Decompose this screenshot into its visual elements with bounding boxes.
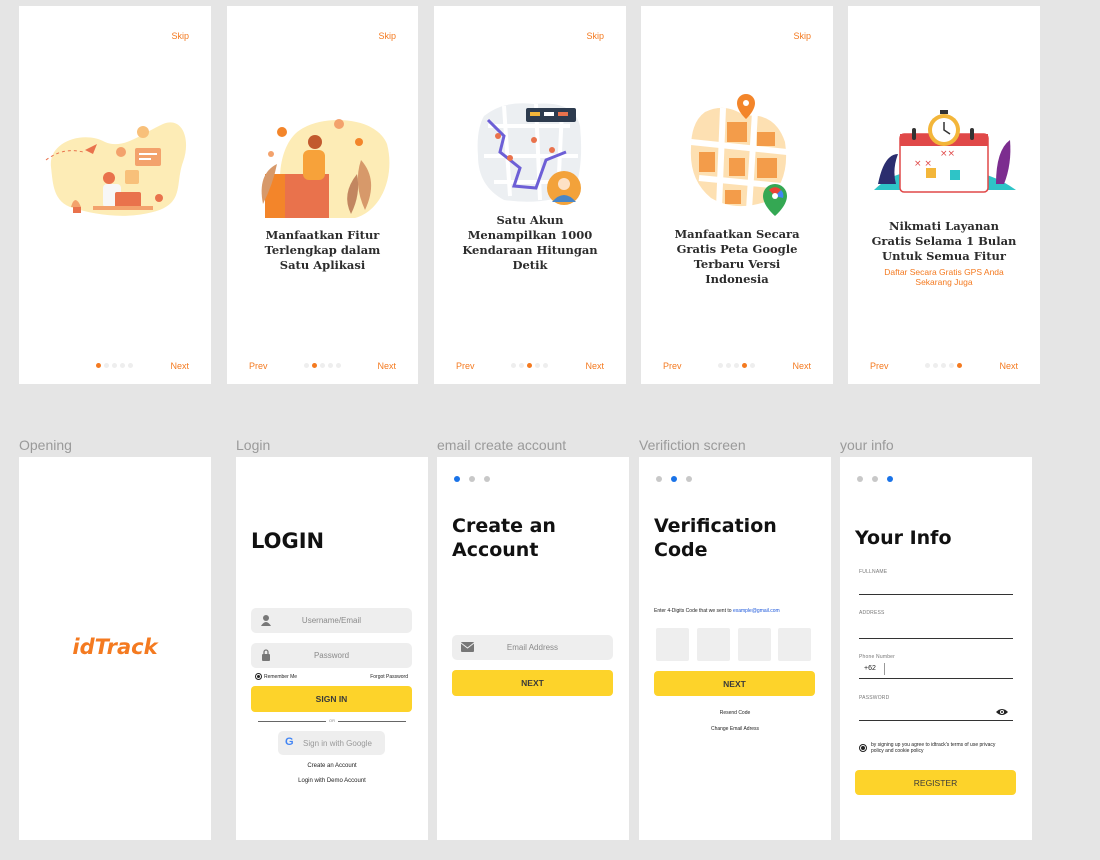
page-indicator <box>511 363 548 368</box>
onboard-screen-2: Skip Manfaatkan Fitur Terlengkap dalam Sat… <box>227 6 418 384</box>
register-button[interactable]: REGISTER <box>855 770 1016 795</box>
prev-button[interactable]: Prev <box>870 361 889 371</box>
verification-screen: Verification Code Enter 4-Digits Code tha… <box>639 457 831 840</box>
email-input[interactable]: Email Address <box>452 635 613 660</box>
page-indicator <box>96 363 133 368</box>
onboard-title: Manfaatkan Fitur Terlengkap dalam Satu Apl… <box>264 228 381 272</box>
fullname-input[interactable] <box>859 587 1013 595</box>
code-digit-2[interactable] <box>697 628 730 661</box>
your-info-screen: Your Info FULLNAME ADDRESS Phone Number … <box>840 457 1032 840</box>
fullname-label: FULLNAME <box>859 569 888 575</box>
page-title: Verification Code <box>654 515 777 561</box>
step-indicator <box>454 476 490 482</box>
eye-icon[interactable] <box>996 708 1008 716</box>
features-illustration <box>261 119 390 218</box>
page-title: Your Info <box>855 527 952 549</box>
page-indicator <box>925 363 962 368</box>
google-icon: G <box>285 736 294 748</box>
code-digit-3[interactable] <box>738 628 771 661</box>
work-from-home-illustration <box>45 122 187 216</box>
remember-me-radio[interactable] <box>255 673 262 680</box>
code-digit-4[interactable] <box>778 628 811 661</box>
google-sign-in-label: Sign in with Google <box>303 738 372 748</box>
email-address: example@gmail.com <box>732 608 780 614</box>
next-button[interactable]: Next <box>999 361 1018 371</box>
forgot-password-link[interactable]: Forgot Password <box>370 674 408 680</box>
page-indicator <box>304 363 341 368</box>
page-title: LOGIN <box>251 529 325 553</box>
frame-label-opening: Opening <box>19 437 72 453</box>
prev-button[interactable]: Prev <box>249 361 268 371</box>
username-input[interactable]: Username/Email <box>251 608 412 633</box>
verification-instruction: Enter 4-Digits Code that we sent to exam… <box>654 608 780 614</box>
create-account-link[interactable]: Create an Account <box>236 763 428 769</box>
login-screen: LOGIN Username/Email Password Remember M… <box>236 457 428 840</box>
skip-button[interactable]: Skip <box>793 31 811 41</box>
code-digit-1[interactable] <box>656 628 689 661</box>
or-label: OR <box>326 718 338 723</box>
email-placeholder: Email Address <box>506 643 559 652</box>
phone-input[interactable] <box>859 671 1013 679</box>
instruction-text: Enter 4-Digits Code that we sent to <box>654 608 733 614</box>
calendar-timer-illustration: × × ×× <box>874 110 1016 193</box>
opening-screen: idTrack <box>19 457 211 840</box>
next-button[interactable]: Next <box>377 361 396 371</box>
onboard-title: Nikmati Layanan Gratis Selama 1 Bulan Untu… <box>871 219 1017 263</box>
map-tracking-illustration <box>477 103 582 205</box>
password-input[interactable] <box>859 713 1013 721</box>
page-indicator <box>718 363 755 368</box>
password-label: PASSWORD <box>859 695 890 701</box>
frame-label-create-account: email create account <box>437 437 567 453</box>
svg-text:××: ×× <box>940 149 955 159</box>
skip-button[interactable]: Skip <box>378 31 396 41</box>
google-sign-in-button[interactable]: G Sign in with Google <box>278 731 385 755</box>
skip-button[interactable]: Skip <box>171 31 189 41</box>
next-button[interactable]: Next <box>792 361 811 371</box>
onboard-title: Satu Akun Menampilkan 1000 Kendaraan Hitun… <box>462 213 598 272</box>
username-placeholder: Username/Email <box>301 616 362 625</box>
onboard-screen-3: Skip Satu Akun Menampilkan 1000 Kendaraan … <box>434 6 626 384</box>
address-label: ADDRESS <box>859 610 885 616</box>
google-maps-illustration <box>690 94 788 216</box>
sign-in-button[interactable]: SIGN IN <box>251 686 412 712</box>
remember-me-label: Remember Me <box>264 674 298 680</box>
password-placeholder: Password <box>313 651 350 660</box>
terms-text: by signing up you agree to idtrack's ter… <box>871 742 996 754</box>
prev-button[interactable]: Prev <box>456 361 475 371</box>
step-indicator <box>656 476 692 482</box>
skip-button[interactable]: Skip <box>586 31 604 41</box>
frame-label-verification: Verifiction screen <box>639 437 746 453</box>
onboard-screen-1: Skip Next <box>19 6 211 384</box>
prev-button[interactable]: Prev <box>663 361 682 371</box>
next-button[interactable]: NEXT <box>452 670 613 696</box>
page-title: Create an Account <box>452 515 556 561</box>
app-logo: idTrack <box>72 635 158 659</box>
demo-login-link[interactable]: Login with Demo Account <box>236 778 428 784</box>
phone-label: Phone Number <box>859 654 896 660</box>
step-indicator <box>857 476 893 482</box>
resend-code-link[interactable]: Resend Code <box>639 710 831 716</box>
next-button[interactable]: Next <box>585 361 604 371</box>
frame-label-login: Login <box>236 437 271 453</box>
user-icon <box>261 615 271 626</box>
onboard-subtitle: Daftar Secara Gratis GPS Anda Sekarang Ju… <box>884 267 1004 287</box>
password-input[interactable]: Password <box>251 643 412 668</box>
onboard-title: Manfaatkan Secara Gratis Peta Google Terba… <box>674 227 800 286</box>
svg-text:× ×: × × <box>914 159 932 169</box>
onboard-screen-4: Skip Manfaatkan Secara Gratis Peta Google… <box>641 6 833 384</box>
create-account-screen: Create an Account Email Address NEXT <box>437 457 629 840</box>
change-email-link[interactable]: Change Email Adress <box>639 726 831 732</box>
next-button[interactable]: Next <box>170 361 189 371</box>
address-input[interactable] <box>859 631 1013 639</box>
terms-radio[interactable] <box>859 744 867 752</box>
lock-icon <box>262 649 270 661</box>
frame-label-your-info: your info <box>840 437 894 453</box>
next-button[interactable]: NEXT <box>654 671 815 696</box>
onboard-screen-5: × × ×× Nikmati Layanan Gratis Selama 1 Bu… <box>848 6 1040 384</box>
mail-icon <box>461 642 475 652</box>
